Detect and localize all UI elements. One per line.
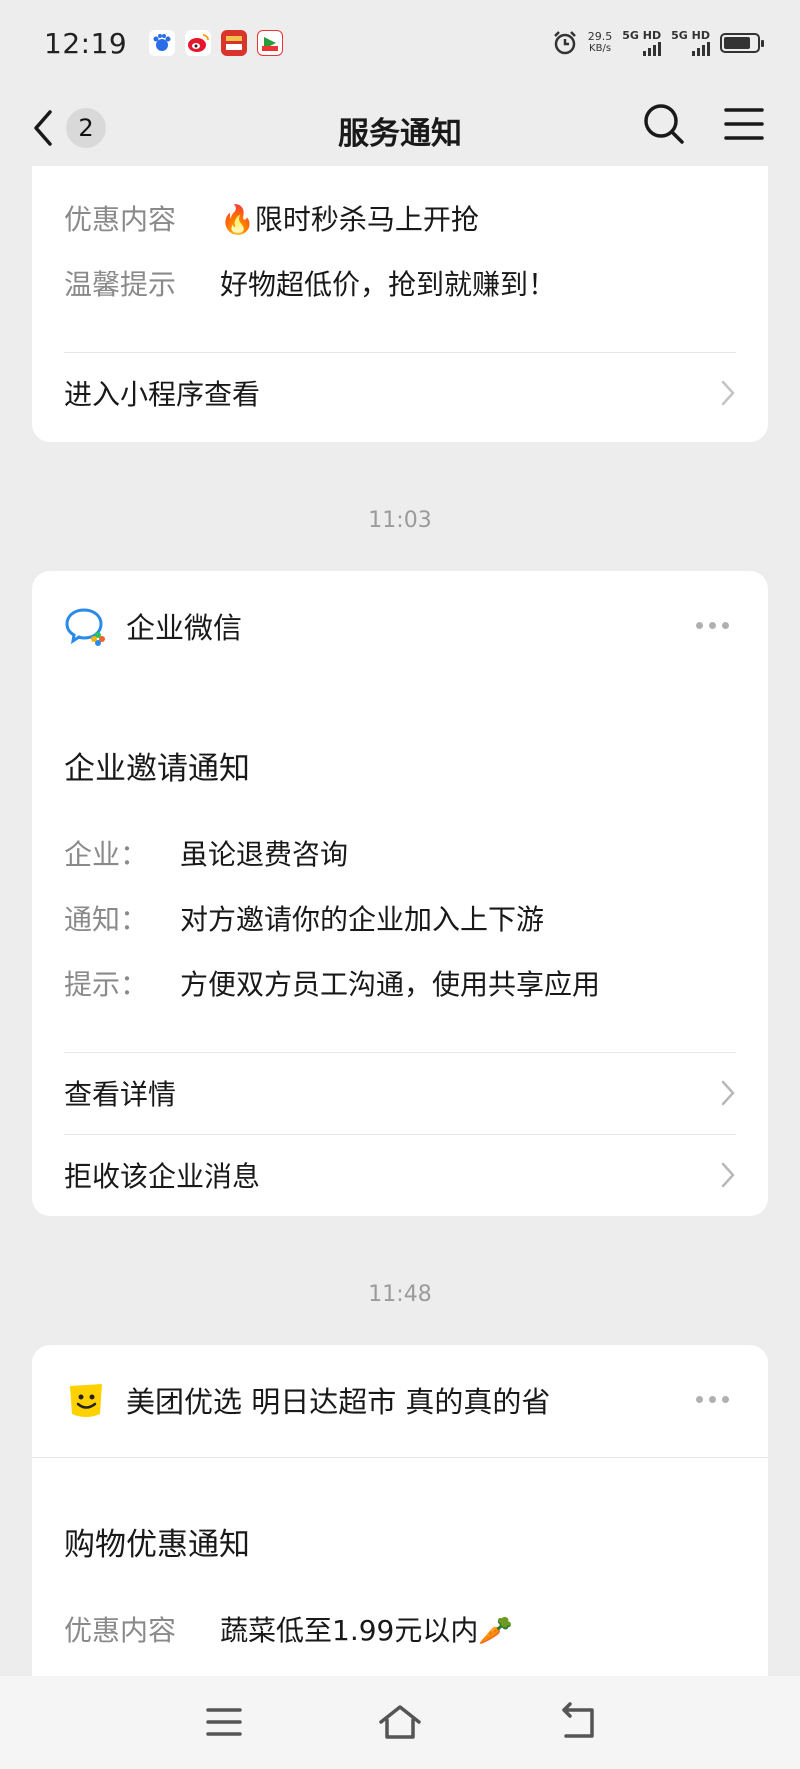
divider xyxy=(32,1457,768,1458)
row-label: 提示： xyxy=(64,968,149,1001)
row-label: 优惠内容 xyxy=(64,1614,177,1647)
menu-button[interactable] xyxy=(720,100,768,148)
menu-icon xyxy=(206,1708,242,1736)
nav-bar: 2 服务通知 xyxy=(0,86,800,170)
news-app-icon xyxy=(221,30,248,56)
notification-card-promo: 优惠内容 🔥限时秒杀马上开抢 温馨提示 好物超低价，抢到就赚到！ 进入小程序查看 xyxy=(32,166,768,442)
system-back-button[interactable] xyxy=(554,1700,602,1744)
status-right: 29.5 KB/s 5G HD 5G HD xyxy=(552,30,764,56)
sender-name: 企业微信 xyxy=(126,611,243,645)
link-label: 进入小程序查看 xyxy=(64,378,261,411)
reject-messages-link[interactable]: 拒收该企业消息 xyxy=(64,1135,736,1215)
notification-title: 购物优惠通知 xyxy=(64,1527,250,1563)
wecom-logo-icon xyxy=(65,608,105,646)
search-icon xyxy=(644,104,684,144)
back-icon xyxy=(562,1702,594,1738)
signal-icon xyxy=(692,42,710,56)
search-button[interactable] xyxy=(640,100,688,148)
link-label: 查看详情 xyxy=(64,1078,177,1111)
signal-sim2: 5G HD xyxy=(671,30,710,56)
battery-icon xyxy=(720,33,764,53)
network-speed: 29.5 KB/s xyxy=(587,30,613,55)
recent-apps-button[interactable] xyxy=(200,1700,248,1744)
row-label: 企业： xyxy=(64,838,149,871)
sender-name: 美团优选 明日达超市 真的真的省 xyxy=(126,1385,551,1419)
row-value: 虽论退费咨询 xyxy=(180,838,349,871)
chevron-right-icon xyxy=(721,1162,735,1188)
card-header: 企业微信 xyxy=(64,601,736,651)
info-row: 优惠内容 🔥限时秒杀马上开抢 xyxy=(64,200,479,240)
system-nav-bar xyxy=(0,1676,800,1769)
message-timestamp: 11:03 xyxy=(368,508,432,533)
row-value: 🔥限时秒杀马上开抢 xyxy=(220,203,479,236)
more-options-button[interactable] xyxy=(696,615,736,635)
meituan-logo-icon xyxy=(70,1384,102,1417)
row-label: 优惠内容 xyxy=(64,203,177,236)
status-time: 12:19 xyxy=(44,26,128,60)
weibo-icon xyxy=(185,30,212,56)
info-row: 通知： 对方邀请你的企业加入上下游 xyxy=(64,900,544,940)
notification-title: 企业邀请通知 xyxy=(64,751,250,787)
row-value: 对方邀请你的企业加入上下游 xyxy=(180,903,545,936)
notification-icons xyxy=(149,30,284,56)
notification-card-wecom: 企业微信 企业邀请通知 企业： 虽论退费咨询 通知： 对方邀请你的企业加入上下游… xyxy=(32,571,768,1216)
info-row: 提示： 方便双方员工沟通，使用共享应用 xyxy=(64,965,600,1005)
info-row: 企业： 虽论退费咨询 xyxy=(64,835,348,875)
alarm-icon xyxy=(553,31,576,55)
row-value: 好物超低价，抢到就赚到！ xyxy=(220,268,557,301)
card-header: 美团优选 明日达超市 真的真的省 xyxy=(64,1375,736,1425)
link-label: 拒收该企业消息 xyxy=(64,1160,261,1193)
info-row: 温馨提示 好物超低价，抢到就赚到！ xyxy=(64,265,556,305)
row-value: 蔬菜低至1.99元以内🥕 xyxy=(220,1614,514,1647)
chevron-right-icon xyxy=(721,1080,735,1106)
home-icon xyxy=(379,1705,421,1739)
row-label: 通知： xyxy=(64,903,149,936)
chevron-right-icon xyxy=(721,380,735,406)
row-label: 温馨提示 xyxy=(64,268,177,301)
status-bar: 12:19 29.5 KB/s 5G HD 5G HD xyxy=(0,0,800,86)
message-timestamp: 11:48 xyxy=(368,1282,432,1307)
hamburger-icon xyxy=(724,108,764,140)
view-details-link[interactable]: 查看详情 xyxy=(64,1053,736,1133)
open-miniprogram-link[interactable]: 进入小程序查看 xyxy=(64,353,736,433)
more-options-button[interactable] xyxy=(696,1389,736,1409)
signal-icon xyxy=(643,42,662,56)
video-app-icon xyxy=(257,30,284,56)
baidu-icon xyxy=(149,30,176,56)
info-row: 优惠内容 蔬菜低至1.99元以内🥕 xyxy=(64,1611,513,1651)
row-value: 方便双方员工沟通，使用共享应用 xyxy=(180,968,601,1001)
home-button[interactable] xyxy=(376,1700,424,1744)
signal-sim1: 5G HD xyxy=(622,30,662,56)
